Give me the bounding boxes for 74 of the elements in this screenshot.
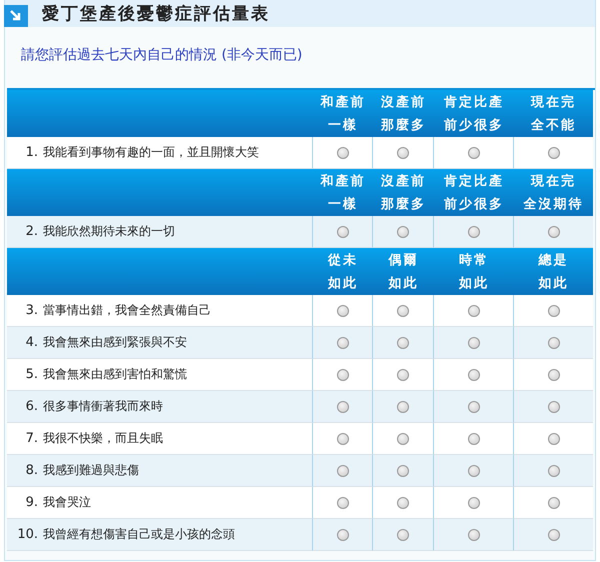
radio-button[interactable] — [336, 432, 348, 444]
radio-button[interactable] — [336, 528, 348, 540]
radio-button[interactable] — [336, 336, 348, 348]
column-header: 和產前一樣 — [320, 94, 366, 135]
radio-button[interactable] — [336, 226, 348, 238]
question-number: 2. — [24, 224, 38, 239]
radio-button[interactable] — [468, 496, 480, 508]
radio-button[interactable] — [468, 368, 480, 380]
radio-button[interactable] — [336, 304, 348, 316]
question-number: 5. — [24, 367, 38, 382]
column-header: 時常如此 — [459, 252, 489, 293]
column-header: 總是如此 — [538, 252, 568, 293]
radio-button[interactable] — [548, 432, 560, 444]
question-text: 我會無來由感到緊張與不安 — [43, 334, 187, 351]
radio-button[interactable] — [397, 226, 409, 238]
question-number: 10. — [16, 527, 38, 542]
form-title: 愛丁堡產後憂鬱症評估量表 — [42, 3, 270, 25]
question-number: 4. — [24, 335, 38, 350]
question-text: 我感到難過與悲傷 — [43, 462, 139, 479]
radio-button[interactable] — [468, 226, 480, 238]
question-number: 9. — [24, 495, 38, 510]
radio-button[interactable] — [468, 432, 480, 444]
radio-button[interactable] — [548, 400, 560, 412]
column-header: 偶爾如此 — [388, 252, 418, 293]
column-header: 沒產前那麼多 — [381, 173, 426, 214]
radio-button[interactable] — [397, 146, 409, 158]
radio-button[interactable] — [548, 496, 560, 508]
radio-button[interactable] — [548, 336, 560, 348]
column-header: 現在完全沒期待 — [524, 172, 584, 214]
question-text: 我會哭泣 — [43, 494, 91, 511]
radio-button[interactable] — [548, 528, 560, 540]
radio-button[interactable] — [336, 496, 348, 508]
question-number: 3. — [24, 303, 38, 318]
radio-button[interactable] — [468, 146, 480, 158]
question-text: 我會無來由感到害怕和驚慌 — [43, 366, 187, 383]
radio-button[interactable] — [548, 464, 560, 476]
radio-button[interactable] — [397, 336, 409, 348]
radio-button[interactable] — [397, 304, 409, 316]
question-text: 當事情出錯，我會全然責備自己 — [43, 302, 211, 319]
radio-button[interactable] — [548, 146, 560, 158]
radio-button[interactable] — [397, 400, 409, 412]
radio-button[interactable] — [397, 496, 409, 508]
column-header: 肯定比產前少很多 — [444, 94, 504, 135]
question-text: 我能欣然期待未來的一切 — [43, 223, 175, 240]
radio-button[interactable] — [468, 464, 480, 476]
column-header: 從未如此 — [328, 252, 358, 293]
radio-button[interactable] — [397, 528, 409, 540]
radio-button[interactable] — [397, 368, 409, 380]
radio-button[interactable] — [548, 226, 560, 238]
radio-button[interactable] — [548, 304, 560, 316]
question-number: 1. — [24, 145, 38, 160]
question-number: 8. — [24, 463, 38, 478]
radio-button[interactable] — [336, 146, 348, 158]
radio-button[interactable] — [397, 464, 409, 476]
question-number: 6. — [24, 399, 38, 414]
radio-button[interactable] — [468, 336, 480, 348]
question-text: 我曾經有想傷害自己或是小孩的念頭 — [43, 526, 235, 543]
radio-button[interactable] — [336, 400, 348, 412]
question-text: 很多事情衝著我而來時 — [43, 398, 163, 415]
radio-button[interactable] — [548, 368, 560, 380]
column-header: 肯定比產前少很多 — [444, 172, 504, 214]
radio-button[interactable] — [468, 400, 480, 412]
question-number: 7. — [24, 431, 38, 446]
question-text: 我能看到事物有趣的一面，並且開懷大笑 — [43, 144, 259, 161]
radio-button[interactable] — [468, 528, 480, 540]
radio-button[interactable] — [468, 304, 480, 316]
question-text: 我很不快樂，而且失眠 — [43, 430, 163, 447]
radio-button[interactable] — [397, 432, 409, 444]
column-header: 沒產前那麼多 — [381, 94, 426, 135]
radio-button[interactable] — [336, 464, 348, 476]
column-header: 現在完全不能 — [531, 94, 576, 135]
instruction-text: 請您評估過去七天內自己的情況 (非今天而已) — [21, 47, 302, 63]
radio-button[interactable] — [336, 368, 348, 380]
column-header: 和產前一樣 — [320, 173, 366, 214]
